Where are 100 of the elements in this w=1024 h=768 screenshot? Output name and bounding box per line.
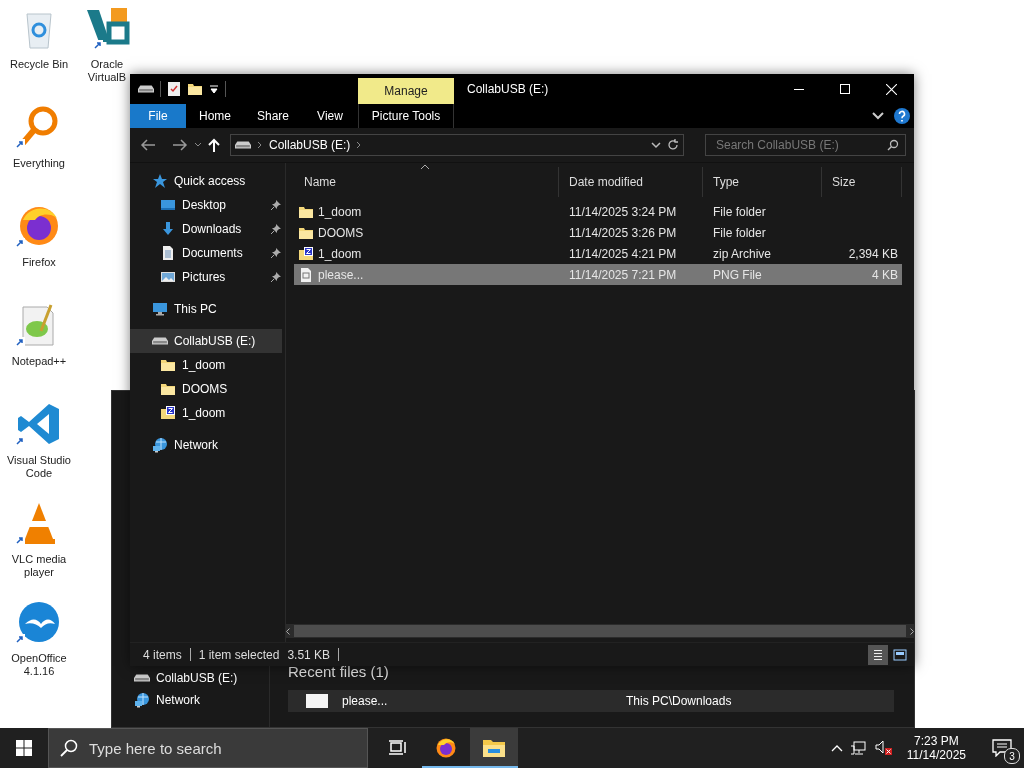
table-cell-text: 11/14/2025 4:21 PM bbox=[568, 246, 678, 261]
nav-item[interactable]: This PC bbox=[130, 297, 285, 321]
close-icon bbox=[885, 83, 897, 95]
explorer-taskbar-button[interactable] bbox=[470, 728, 518, 768]
desktop-icon-label[interactable]: OpenOffice 4.1.16 bbox=[3, 652, 75, 678]
nav-item[interactable]: DOOMS bbox=[130, 377, 285, 401]
file-name: 1_doom bbox=[318, 204, 362, 219]
file-row[interactable]: DOOMS 11/14/2025 3:26 PM File folder bbox=[294, 222, 902, 243]
column-header[interactable]: Date modified bbox=[559, 167, 703, 197]
table-cell-text: 11/14/2025 7:21 PM bbox=[568, 267, 678, 282]
table-cell-text: PNG File bbox=[712, 267, 763, 282]
file-name: DOOMS bbox=[318, 225, 364, 240]
network-icon bbox=[152, 437, 168, 453]
column-header[interactable]: Size bbox=[822, 167, 902, 197]
drive-icon bbox=[138, 85, 154, 93]
column-header[interactable]: Type bbox=[703, 167, 822, 197]
pictures-icon bbox=[160, 269, 176, 285]
desktop-icon-label[interactable]: VLC media player bbox=[3, 553, 75, 579]
file-name: please... bbox=[318, 267, 364, 282]
drive-icon bbox=[152, 337, 168, 345]
nav-item[interactable]: Documents bbox=[130, 241, 285, 265]
taskbar-search-field[interactable]: Type here to search bbox=[48, 728, 368, 768]
table-cell-text: File folder bbox=[712, 204, 767, 219]
help-icon[interactable] bbox=[894, 108, 910, 124]
horizontal-scrollbar[interactable] bbox=[286, 624, 914, 638]
nav-item[interactable]: 1_doom bbox=[130, 353, 285, 377]
star-icon bbox=[152, 173, 168, 189]
nav-item[interactable]: 1_doom bbox=[130, 401, 285, 425]
nav-item[interactable]: Quick access bbox=[130, 169, 285, 193]
muted-speaker-icon[interactable] bbox=[874, 740, 893, 756]
chevron-down-icon[interactable] bbox=[872, 112, 884, 120]
table-cell-text: File folder bbox=[712, 225, 767, 240]
network-icon[interactable] bbox=[850, 740, 867, 756]
file-menu-button[interactable]: File bbox=[130, 104, 186, 128]
details-view-icon bbox=[874, 649, 882, 660]
ribbon-tab[interactable]: View bbox=[302, 104, 358, 128]
drive-icon bbox=[134, 674, 150, 682]
folder-icon bbox=[160, 381, 176, 397]
file-row[interactable]: 1_doom 11/14/2025 4:21 PM zip Archive 2,394 KB bbox=[294, 243, 902, 264]
desktop-icon bbox=[160, 197, 176, 213]
table-cell-text: zip Archive bbox=[712, 246, 773, 261]
minimize-icon bbox=[794, 88, 804, 90]
refresh-icon[interactable] bbox=[667, 139, 679, 151]
zip-icon bbox=[298, 245, 314, 262]
nav-item[interactable]: Network bbox=[130, 433, 285, 457]
nav-item[interactable]: CollabUSB (E:) bbox=[134, 671, 269, 685]
recent-locations-button[interactable] bbox=[194, 142, 202, 148]
search-icon bbox=[887, 139, 899, 151]
chevron-right-icon bbox=[257, 141, 263, 149]
tiles-view-icon bbox=[893, 648, 907, 661]
desktop-icon-label[interactable]: Firefox bbox=[3, 256, 75, 269]
selection-size: 3.51 KB bbox=[287, 647, 331, 662]
pc-icon bbox=[152, 301, 168, 317]
clock[interactable]: 7:23 PM 11/14/2025 bbox=[900, 734, 972, 762]
maximize-icon bbox=[840, 84, 850, 94]
search-field[interactable]: Search CollabUSB (E:) bbox=[705, 134, 906, 156]
scroll-right-icon[interactable] bbox=[910, 627, 914, 635]
search-icon bbox=[60, 739, 78, 757]
nav-item[interactable]: Downloads bbox=[130, 217, 285, 241]
folder-icon bbox=[482, 738, 506, 758]
table-cell-text: 4 KB bbox=[871, 267, 899, 282]
ribbon-tab[interactable]: Share bbox=[244, 104, 302, 128]
png-icon bbox=[298, 266, 314, 283]
back-button[interactable] bbox=[140, 138, 156, 152]
scroll-left-icon[interactable] bbox=[286, 627, 290, 635]
context-tab-group[interactable]: Manage bbox=[358, 78, 454, 104]
desktop-icon-label[interactable]: Everything bbox=[3, 157, 75, 170]
ribbon-tab[interactable]: Home bbox=[186, 104, 244, 128]
selection-info: 1 item selected bbox=[198, 647, 280, 662]
drive-icon bbox=[235, 141, 251, 149]
windows-logo-icon bbox=[16, 740, 32, 756]
forward-button[interactable] bbox=[172, 138, 188, 152]
task-view-icon bbox=[389, 740, 407, 756]
chevron-right-icon bbox=[356, 141, 363, 149]
properties-icon[interactable] bbox=[167, 81, 181, 97]
zip-icon bbox=[160, 405, 176, 421]
window-title: CollabUSB (E:) bbox=[466, 81, 549, 98]
notification-button[interactable]: 3 bbox=[980, 728, 1024, 768]
desktop-icon-label[interactable]: Visual Studio Code bbox=[3, 454, 75, 480]
nav-item[interactable]: Network bbox=[134, 692, 269, 708]
up-button[interactable] bbox=[208, 138, 220, 152]
desktop-icon-label[interactable]: Notepad++ bbox=[3, 355, 75, 368]
nav-item[interactable]: Desktop bbox=[130, 193, 285, 217]
recent-file-row[interactable]: please... This PC\Downloads bbox=[288, 690, 894, 712]
nav-item[interactable]: CollabUSB (E:) bbox=[130, 329, 282, 353]
section-title: Recent files (1) bbox=[288, 663, 390, 680]
table-cell-text: 11/14/2025 3:24 PM bbox=[568, 204, 678, 219]
file-row[interactable]: 1_doom 11/14/2025 3:24 PM File folder bbox=[294, 201, 902, 222]
network-icon bbox=[134, 692, 150, 708]
details-view-button[interactable] bbox=[868, 644, 888, 665]
downloads-icon bbox=[160, 221, 176, 237]
address-bar[interactable]: CollabUSB (E:) bbox=[230, 134, 684, 156]
chevron-up-icon[interactable] bbox=[830, 744, 843, 752]
table-cell-text: 2,394 KB bbox=[847, 246, 899, 261]
column-header[interactable]: Name bbox=[294, 167, 559, 197]
table-cell-text: 11/14/2025 3:26 PM bbox=[568, 225, 678, 240]
documents-icon bbox=[160, 245, 176, 261]
file-row[interactable]: please... 11/14/2025 7:21 PM PNG File 4 KB bbox=[294, 264, 902, 285]
nav-item[interactable]: Pictures bbox=[130, 265, 285, 289]
dropdown-icon[interactable] bbox=[651, 141, 661, 149]
